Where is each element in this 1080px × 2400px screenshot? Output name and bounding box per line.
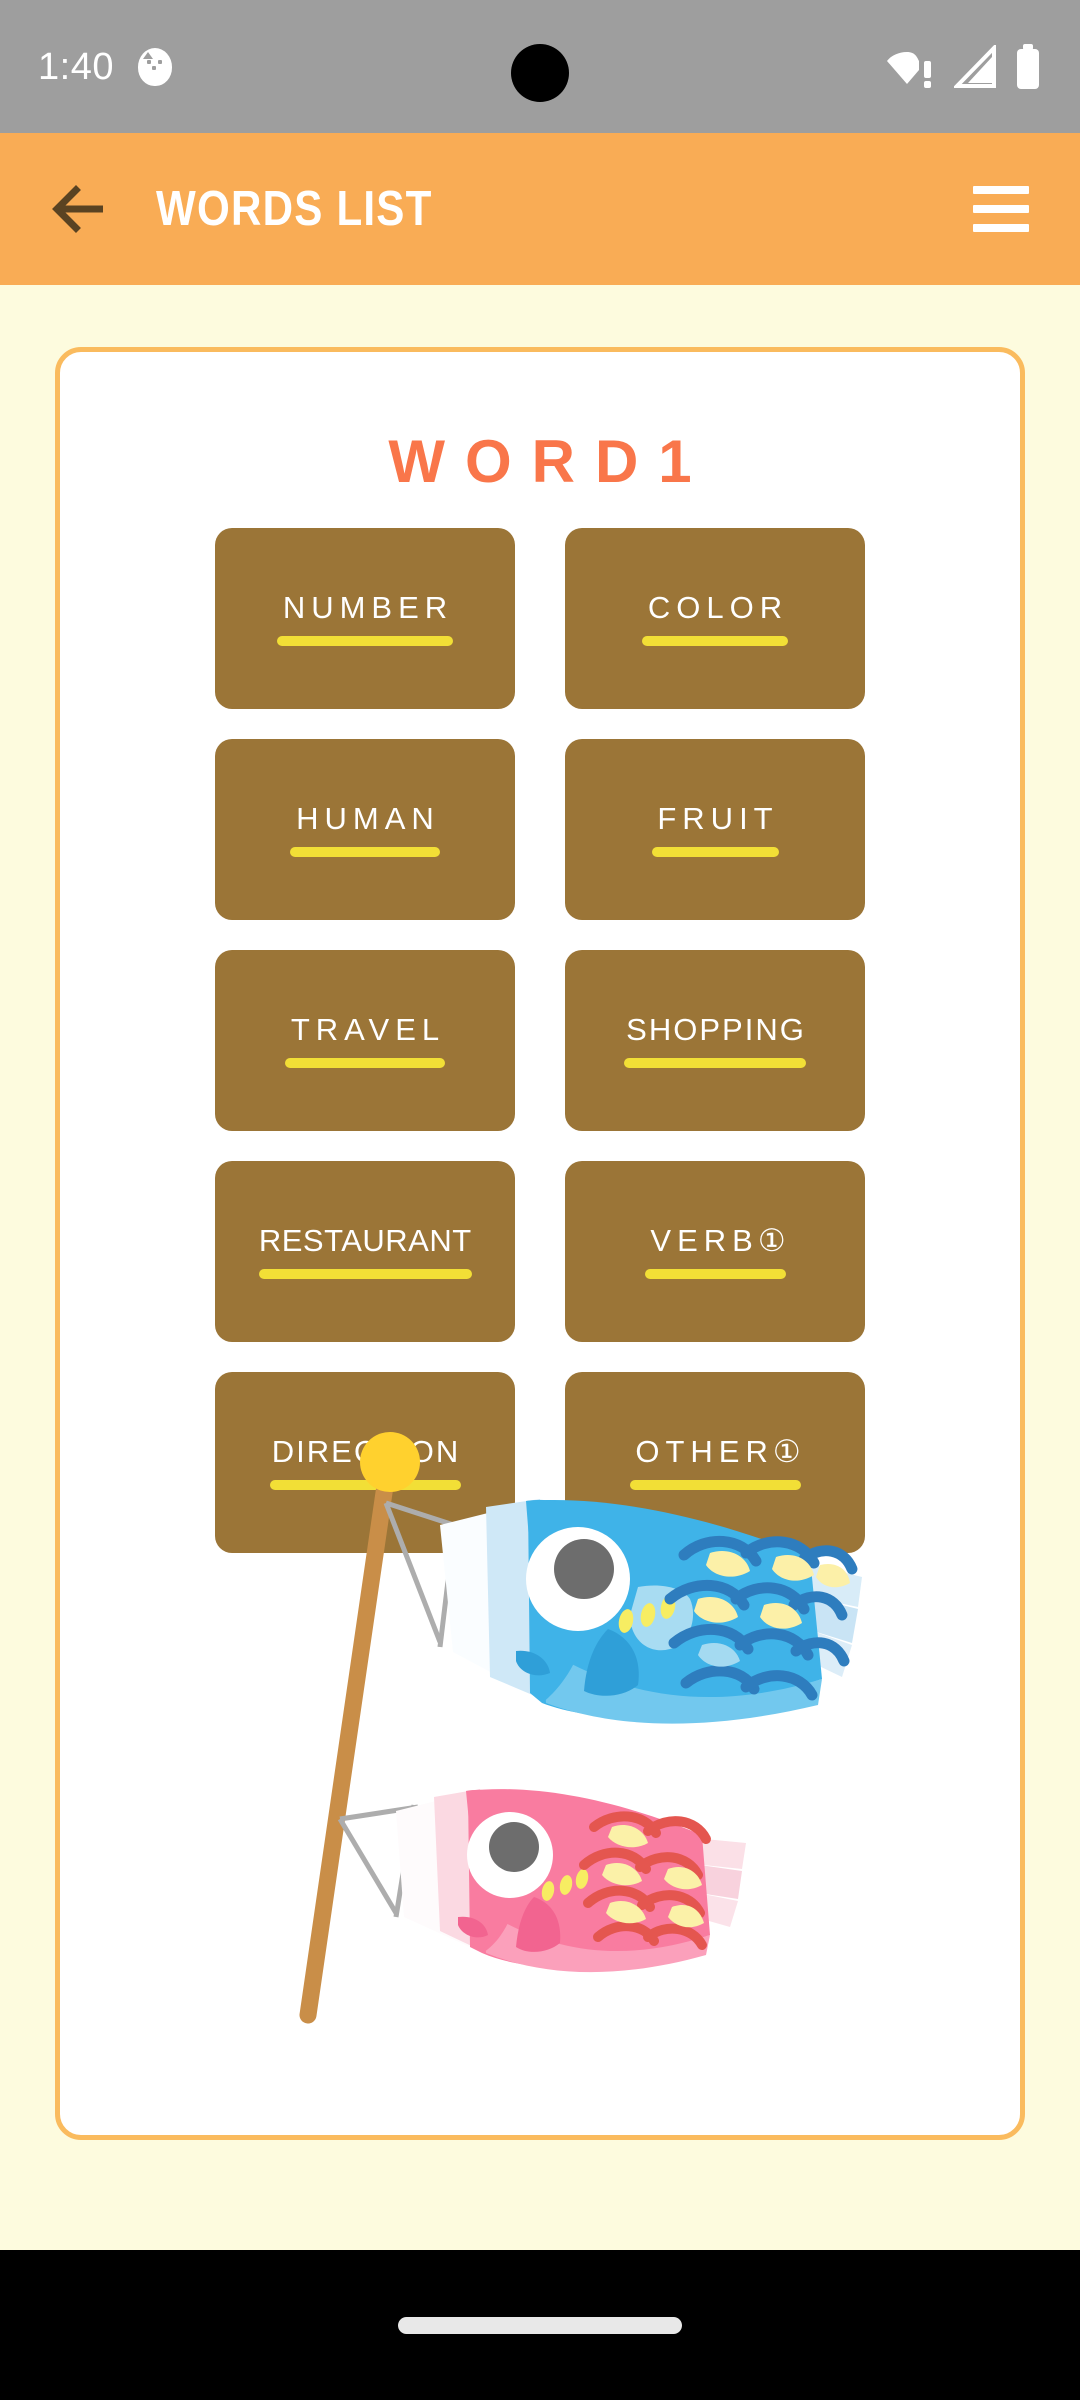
- menu-bar-2: [973, 205, 1029, 213]
- status-clock: 1:40: [38, 45, 114, 88]
- word-category-label: COLOR: [647, 589, 789, 625]
- word-category-underline: [258, 1268, 472, 1279]
- menu-bar-1: [973, 186, 1029, 194]
- word-category-button[interactable]: NUMBER: [215, 528, 515, 709]
- arrow-left-icon: [52, 185, 103, 233]
- word-category-underline: [651, 846, 779, 857]
- word-category-label: FRUIT: [657, 800, 779, 836]
- word-category-button[interactable]: SHOPPING: [565, 950, 865, 1131]
- word-category-label: RESTAURANT: [258, 1222, 472, 1258]
- word-category-label: TRAVEL: [290, 1011, 446, 1047]
- word-category-underline: [642, 635, 788, 646]
- status-bar-right: [886, 43, 1042, 90]
- word-category-label: HUMAN: [296, 800, 440, 836]
- phone-screen: 1:40 WORDS LIST WORD1 NUMBER COLOR HUMAN…: [0, 0, 1080, 2400]
- word-category-underline: [285, 1057, 445, 1068]
- blue-carp-streamer: [383, 1499, 862, 1724]
- cellular-signal-icon: [954, 44, 996, 88]
- camera-punch-hole: [511, 44, 569, 102]
- app-bar: WORDS LIST: [0, 133, 1080, 285]
- home-gesture-pill[interactable]: [398, 2316, 682, 2334]
- menu-bar-3: [973, 224, 1029, 232]
- word-category-button[interactable]: COLOR: [565, 528, 865, 709]
- flag-pole: [299, 1432, 420, 2024]
- word-list-card: WORD1 NUMBER COLOR HUMAN FRUIT TRAVEL SHOPPIN…: [55, 347, 1025, 2140]
- status-bar-left: 1:40: [38, 45, 172, 88]
- pink-carp-streamer: [337, 1789, 746, 1973]
- word-set-title: WORD1: [388, 428, 712, 495]
- page-body: WORD1 NUMBER COLOR HUMAN FRUIT TRAVEL SHOPPIN…: [0, 285, 1080, 2250]
- word-category-badge: ①: [757, 1222, 786, 1258]
- word-category-label: NUMBER: [282, 589, 454, 625]
- cat-face-icon: [137, 47, 172, 86]
- word-category-underline: [277, 635, 453, 646]
- word-category-button[interactable]: RESTAURANT: [215, 1161, 515, 1342]
- koinobori-carp-streamers-illustration: [299, 1432, 862, 2024]
- hamburger-menu-icon[interactable]: [964, 172, 1038, 246]
- word-category-button[interactable]: HUMAN: [215, 739, 515, 920]
- system-navigation-bar: [0, 2250, 1080, 2400]
- word-category-grid: NUMBER COLOR HUMAN FRUIT TRAVEL SHOPPING RESTA…: [215, 528, 865, 1553]
- word-category-button[interactable]: FRUIT: [565, 739, 865, 920]
- word-category-label: SHOPPING: [626, 1011, 806, 1047]
- word-category-underline: [644, 1268, 786, 1279]
- page-title: WORDS LIST: [156, 182, 433, 236]
- battery-full-icon: [1017, 43, 1039, 89]
- word-category-label: VERB ①: [650, 1222, 786, 1258]
- word-category-button[interactable]: VERB ①: [565, 1161, 865, 1342]
- back-button[interactable]: [42, 170, 120, 248]
- word-category-underline: [624, 1057, 806, 1068]
- wifi-warning-icon: [887, 51, 931, 88]
- word-category-underline: [290, 846, 440, 857]
- word-category-button[interactable]: TRAVEL: [215, 950, 515, 1131]
- status-bar: 1:40: [0, 0, 1080, 133]
